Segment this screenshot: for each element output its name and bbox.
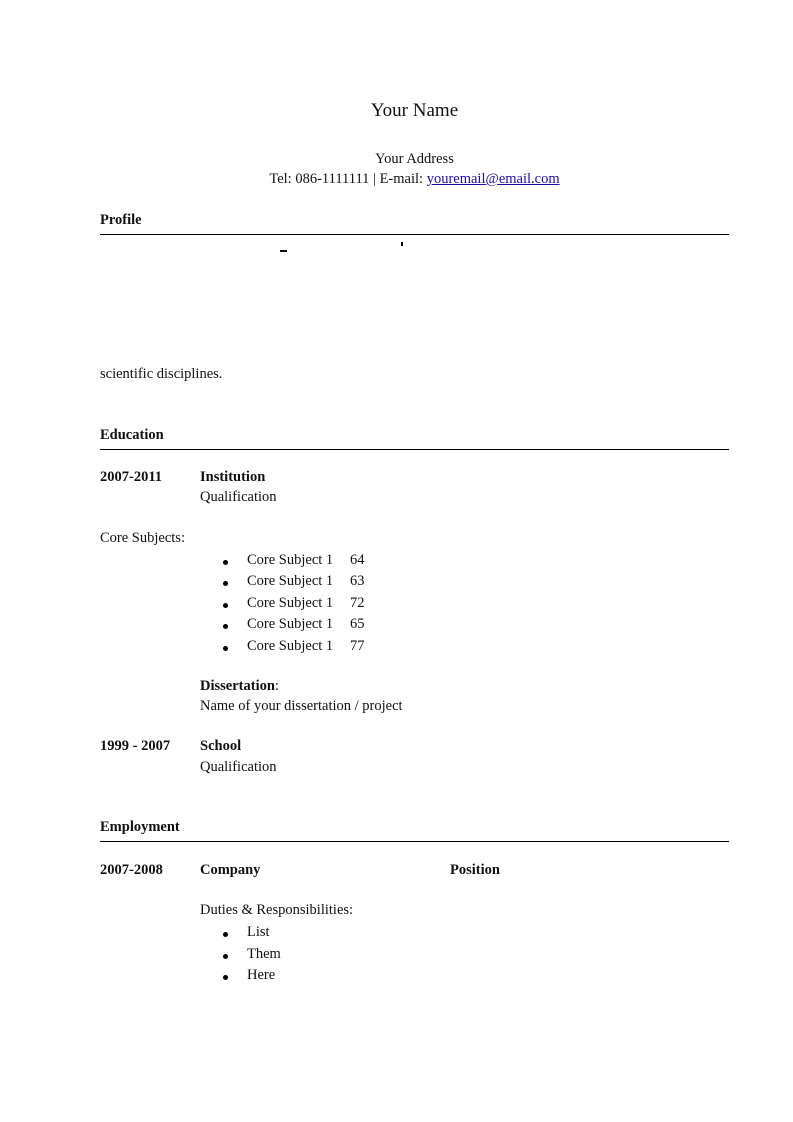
subject-name: Core Subject 1 <box>247 616 334 632</box>
section-heading-profile: Profile <box>100 212 142 228</box>
text-artifact-dash <box>280 250 287 252</box>
section-heading-employment: Employment <box>100 819 180 835</box>
bullet-icon <box>223 954 228 959</box>
duty-item: List <box>247 924 270 940</box>
bullet-icon <box>223 975 228 980</box>
resume-name: Your Name <box>370 100 459 121</box>
address: Your Address <box>375 151 454 167</box>
core-subjects-label: Core Subjects: <box>100 530 185 546</box>
employment-dates: 2007-2008 <box>100 862 163 878</box>
duties-label: Duties & Responsibilities: <box>200 902 354 918</box>
contact-line: Tel: 086-1111111 | E-mail: youremail@ema… <box>0 171 793 188</box>
dissertation-name: Name of your dissertation / project <box>200 698 403 714</box>
bullet-icon <box>223 932 228 937</box>
subject-name: Core Subject 1 <box>247 638 334 654</box>
subject-grade: 63 <box>350 573 365 589</box>
dissertation-heading: Dissertation: <box>200 678 279 695</box>
subject-name: Core Subject 1 <box>247 573 334 589</box>
bullet-icon <box>223 560 228 565</box>
employment-company: Company <box>200 862 261 878</box>
bullet-icon <box>223 603 228 608</box>
subject-name: Core Subject 1 <box>247 552 334 568</box>
subject-grade: 64 <box>350 552 365 568</box>
education-institution: Institution <box>200 469 266 485</box>
subject-grade: 72 <box>350 595 365 611</box>
profile-text: scientific disciplines. <box>100 366 223 382</box>
education-dates: 1999 - 2007 <box>100 738 171 754</box>
education-institution: School <box>200 738 242 754</box>
section-heading-education: Education <box>100 427 164 443</box>
section-divider <box>100 449 729 450</box>
section-divider <box>100 234 729 235</box>
dissertation-label: Dissertation <box>200 678 275 694</box>
email-link[interactable]: youremail@email.com <box>427 171 560 187</box>
subject-name: Core Subject 1 <box>247 595 334 611</box>
text-artifact-comma <box>401 242 403 246</box>
education-dates: 2007-2011 <box>100 469 163 485</box>
education-qualification: Qualification <box>200 759 277 775</box>
section-divider <box>100 841 729 842</box>
subject-grade: 77 <box>350 638 365 654</box>
bullet-icon <box>223 624 228 629</box>
duty-item: Them <box>247 946 281 962</box>
dissertation-colon: : <box>274 678 279 694</box>
phone-text: Tel: 086-1111111 | E-mail: <box>269 171 427 187</box>
bullet-icon <box>223 646 228 651</box>
education-qualification: Qualification <box>200 489 277 505</box>
employment-position: Position <box>450 862 500 878</box>
bullet-icon <box>223 581 228 586</box>
subject-grade: 65 <box>350 616 365 632</box>
duty-item: Here <box>247 967 276 983</box>
